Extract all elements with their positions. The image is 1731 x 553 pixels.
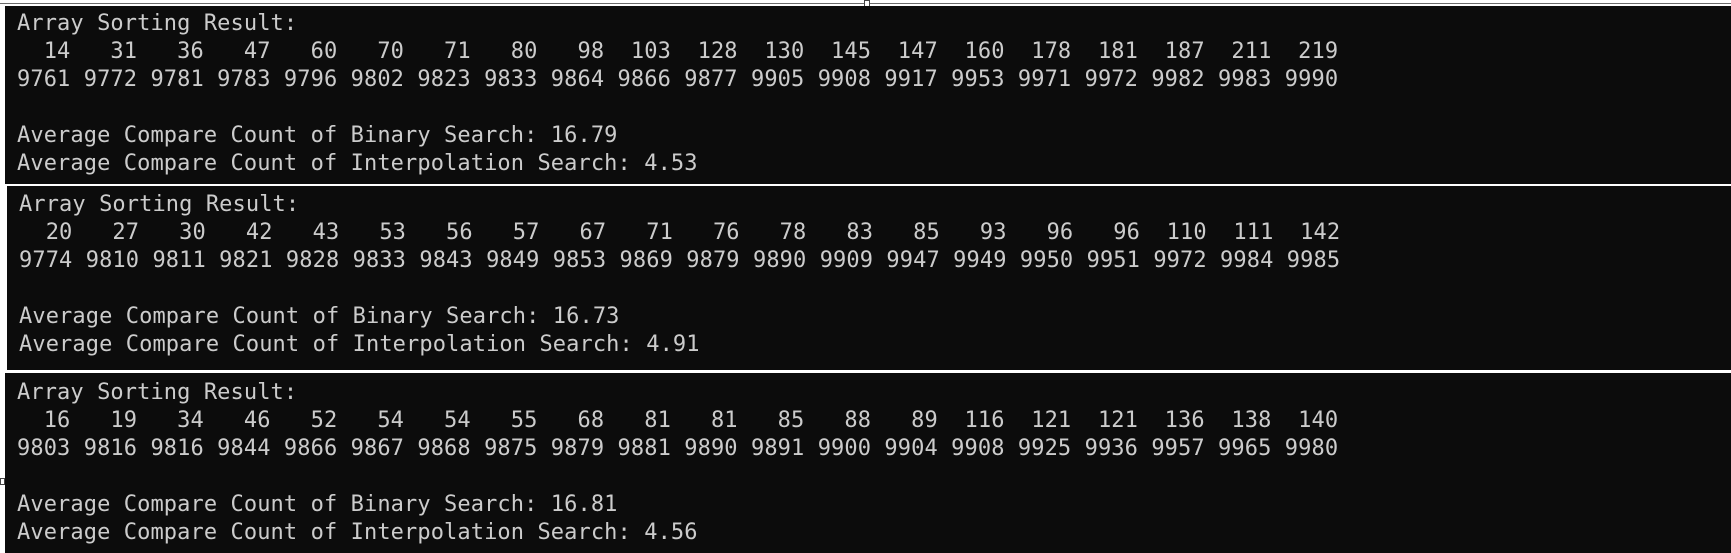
interpolation-search-average: Average Compare Count of Interpolation S… <box>17 520 698 545</box>
sorted-array-head: 14 31 36 47 60 70 71 80 98 103 128 130 1… <box>17 39 1339 64</box>
sort-result-header: Array Sorting Result: <box>17 11 298 36</box>
sorted-array-head: 20 27 30 42 43 53 56 57 67 71 76 78 83 8… <box>19 220 1341 245</box>
binary-search-average: Average Compare Count of Binary Search: … <box>17 492 618 517</box>
binary-search-average: Average Compare Count of Binary Search: … <box>17 123 618 148</box>
sorted-array-head: 16 19 34 46 52 54 54 55 68 81 81 85 88 8… <box>17 408 1339 433</box>
sorted-array-tail: 9774 9810 9811 9821 9828 9833 9843 9849 … <box>19 248 1341 273</box>
interpolation-search-average: Average Compare Count of Interpolation S… <box>17 151 698 176</box>
sort-result-header: Array Sorting Result: <box>19 192 300 217</box>
sorted-array-tail: 9761 9772 9781 9783 9796 9802 9823 9833 … <box>17 67 1339 92</box>
sorted-array-tail: 9803 9816 9816 9844 9866 9867 9868 9875 … <box>17 436 1339 461</box>
interpolation-search-average: Average Compare Count of Interpolation S… <box>19 332 700 357</box>
binary-search-average: Average Compare Count of Binary Search: … <box>19 304 620 329</box>
sort-result-header: Array Sorting Result: <box>17 380 298 405</box>
console-output-panel-1: Array Sorting Result: 14 31 36 47 60 70 … <box>5 6 1731 184</box>
console-output-panel-3: Array Sorting Result: 16 19 34 46 52 54 … <box>5 373 1731 553</box>
console-output-panel-2: Array Sorting Result: 20 27 30 42 43 53 … <box>7 186 1731 370</box>
